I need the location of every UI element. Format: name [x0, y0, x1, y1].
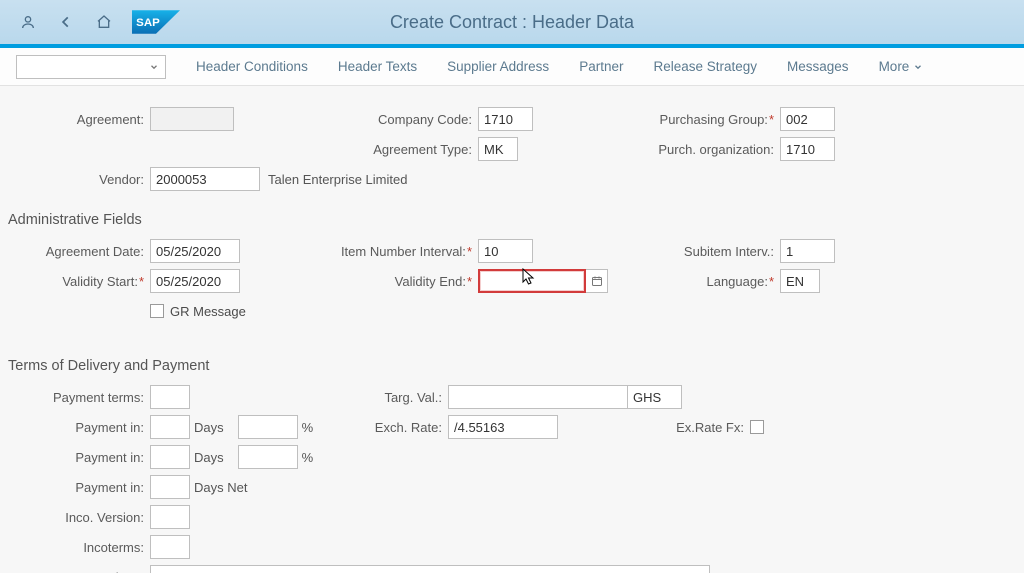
incoterms-label: Incoterms: [0, 540, 150, 555]
currency-field[interactable] [627, 385, 682, 409]
vendor-description: Talen Enterprise Limited [260, 172, 407, 187]
subitem-field[interactable] [780, 239, 835, 263]
payment-in-2-label: Payment in: [0, 450, 150, 465]
ex-rate-fx-label: Ex.Rate Fx: [650, 420, 750, 435]
validity-end-field[interactable] [478, 269, 586, 293]
menu-bar: Header Conditions Header Texts Supplier … [0, 48, 1024, 86]
pct-1-label: % [302, 420, 314, 435]
exch-rate-label: Exch. Rate: [330, 420, 448, 435]
payment-in-3-days[interactable] [150, 475, 190, 499]
agreement-date-field[interactable] [150, 239, 240, 263]
agreement-type-field[interactable] [478, 137, 518, 161]
agreement-field[interactable] [150, 107, 234, 131]
validity-end-label: Validity End: [330, 274, 478, 289]
payment-terms-field[interactable] [150, 385, 190, 409]
menu-header-texts[interactable]: Header Texts [338, 59, 417, 74]
home-icon[interactable] [90, 8, 118, 36]
menu-header-conditions[interactable]: Header Conditions [196, 59, 308, 74]
user-icon[interactable] [14, 8, 42, 36]
item-interval-field[interactable] [478, 239, 533, 263]
payment-in-1-days[interactable] [150, 415, 190, 439]
inco-version-label: Inco. Version: [0, 510, 150, 525]
menu-more[interactable]: More [879, 59, 924, 74]
inco-version-field[interactable] [150, 505, 190, 529]
payment-in-2-days[interactable] [150, 445, 190, 469]
payment-in-1-pct[interactable] [238, 415, 298, 439]
sap-logo: SAP [132, 10, 180, 34]
company-code-label: Company Code: [330, 112, 478, 127]
payment-in-2-pct[interactable] [238, 445, 298, 469]
svg-text:SAP: SAP [136, 17, 160, 29]
validity-end-datepicker-icon[interactable] [586, 269, 608, 293]
section-terms: Terms of Delivery and Payment [8, 358, 1014, 374]
item-interval-label: Item Number Interval: [330, 244, 478, 259]
language-label: Language: [630, 274, 780, 289]
inco-loc1-field[interactable] [150, 565, 710, 573]
gr-message-checkbox[interactable] [150, 304, 164, 318]
targ-val-label: Targ. Val.: [330, 390, 448, 405]
incoterms-field[interactable] [150, 535, 190, 559]
gr-message-label: GR Message [170, 304, 246, 319]
purch-org-field[interactable] [780, 137, 835, 161]
agreement-date-label: Agreement Date: [0, 244, 150, 259]
purch-group-label: Purchasing Group: [630, 112, 780, 127]
days-1-label: Days [194, 420, 224, 435]
vendor-field[interactable] [150, 167, 260, 191]
menu-messages[interactable]: Messages [787, 59, 849, 74]
purch-group-field[interactable] [780, 107, 835, 131]
subitem-label: Subitem Interv.: [630, 244, 780, 259]
payment-in-1-label: Payment in: [0, 420, 150, 435]
days-net-label: Days Net [194, 480, 247, 495]
ex-rate-fx-checkbox[interactable] [750, 420, 764, 434]
payment-terms-label: Payment terms: [0, 390, 150, 405]
chevron-down-icon [913, 62, 923, 72]
vendor-label: Vendor: [0, 172, 150, 187]
shell-bar: SAP Create Contract : Header Data [0, 0, 1024, 44]
form-area: Agreement: Company Code: Purchasing Grou… [0, 86, 1024, 573]
validity-start-label: Validity Start: [0, 274, 150, 289]
inco-loc1-label: Inco. Location1: [0, 570, 150, 573]
exch-rate-field[interactable] [448, 415, 558, 439]
section-admin: Administrative Fields [8, 212, 1014, 228]
menu-supplier-address[interactable]: Supplier Address [447, 59, 549, 74]
pct-2-label: % [302, 450, 314, 465]
menu-more-label: More [879, 59, 910, 74]
agreement-label: Agreement: [0, 112, 150, 127]
targ-val-field[interactable] [448, 385, 628, 409]
payment-in-3-label: Payment in: [0, 480, 150, 495]
days-2-label: Days [194, 450, 224, 465]
validity-start-field[interactable] [150, 269, 240, 293]
back-icon[interactable] [52, 8, 80, 36]
command-dropdown[interactable] [16, 55, 166, 79]
agreement-type-label: Agreement Type: [330, 142, 478, 157]
language-field[interactable] [780, 269, 820, 293]
menu-release-strategy[interactable]: Release Strategy [653, 59, 757, 74]
purch-org-label: Purch. organization: [630, 142, 780, 157]
menu-partner[interactable]: Partner [579, 59, 623, 74]
company-code-field[interactable] [478, 107, 533, 131]
